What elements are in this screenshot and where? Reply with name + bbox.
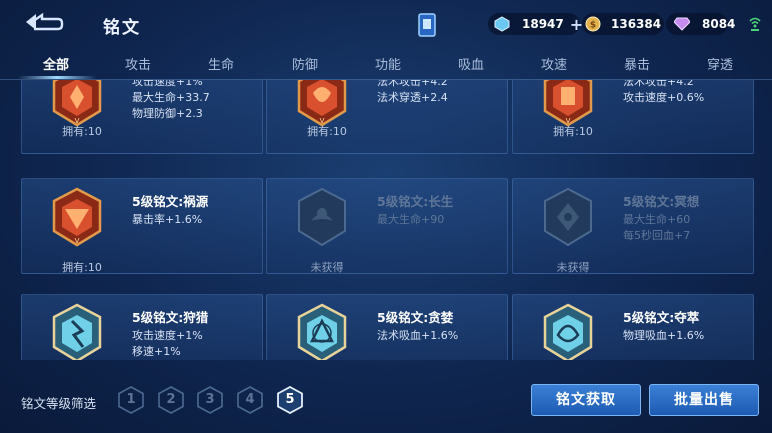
locked-inscription-emblem-icon: [544, 187, 592, 247]
stat-line: 最大生命+33.7: [132, 91, 210, 104]
stat-line: 法术攻击+4.2: [623, 80, 694, 88]
owned-count: 拥有:10: [62, 261, 102, 274]
tab-all[interactable]: 全部: [43, 54, 69, 73]
level-filter-2[interactable]: 2: [158, 386, 184, 414]
inscription-card[interactable]: 5级铭文:狩猎 攻击速度+1% 移速+1%: [21, 294, 263, 360]
diamond-count: 8084: [702, 17, 736, 31]
level-filter-value: 3: [205, 392, 215, 407]
level-filter-4[interactable]: 4: [237, 386, 263, 414]
diamond-counter: 8084: [674, 14, 735, 34]
category-tabs: 全部 攻击 生命 防御 功能 吸血 攻速 暴击 穿透: [0, 48, 772, 79]
stat-line: 攻击速度+1%: [132, 329, 203, 342]
inscription-name: 5级铭文:长生: [377, 194, 454, 209]
acquire-inscription-button[interactable]: 铭文获取: [531, 384, 641, 416]
inscription-card[interactable]: V 5级铭文:祸源 暴击率+1.6% 拥有:10: [21, 178, 263, 274]
level-filter-3[interactable]: 3: [197, 386, 223, 414]
inscription-name: 5级铭文:狩猎: [132, 310, 209, 325]
blue-inscription-emblem-icon: [297, 303, 347, 360]
stat-line: 每5秒回血+7: [623, 229, 691, 242]
add-gems-button[interactable]: +: [570, 15, 583, 34]
tab-attack[interactable]: 攻击: [125, 54, 151, 73]
stat-line: 法术攻击+4.2: [377, 80, 448, 88]
locked-inscription-emblem-icon: [298, 187, 346, 247]
owned-count: 拥有:10: [307, 125, 347, 138]
inscription-card[interactable]: V 法术攻击+4.2 法术穿透+2.4 拥有:10: [266, 80, 508, 154]
red-inscription-emblem-icon: V: [543, 80, 593, 127]
stat-line: 攻击速度+0.6%: [623, 91, 705, 104]
tab-health[interactable]: 生命: [208, 54, 234, 73]
owned-count: 未获得: [310, 261, 344, 274]
back-arrow-icon[interactable]: [22, 10, 66, 34]
tab-crit[interactable]: 暴击: [624, 54, 650, 73]
inscription-card[interactable]: 5级铭文:贪婪 法术吸血+1.6%: [266, 294, 508, 360]
coin-counter: $ 136384: [585, 14, 661, 34]
inscription-card[interactable]: 5级铭文:夺萃 物理吸血+1.6%: [512, 294, 754, 360]
level-filter-value: 4: [245, 392, 255, 407]
owned-count: 拥有:10: [62, 125, 102, 138]
owned-count: 拥有:10: [553, 125, 593, 138]
gem-count: 18947: [522, 17, 564, 31]
inscription-name: 5级铭文:祸源: [132, 194, 209, 209]
inscription-card[interactable]: 5级铭文:冥想 最大生命+60 每5秒回血+7 未获得: [512, 178, 754, 274]
inscription-card[interactable]: V 攻击速度+1% 最大生命+33.7 物理防御+2.3 拥有:10: [21, 80, 263, 154]
red-inscription-emblem-icon: V: [52, 80, 102, 127]
stat-line: 法术吸血+1.6%: [377, 329, 459, 342]
inscription-name: 5级铭文:冥想: [623, 194, 700, 209]
level-filter-5[interactable]: 5: [277, 385, 303, 415]
blue-inscription-emblem-icon: [52, 303, 102, 360]
level-filter-1[interactable]: 1: [118, 386, 144, 414]
tab-penetration[interactable]: 穿透: [707, 54, 733, 73]
stat-line: 法术穿透+2.4: [377, 91, 448, 104]
stat-line: 物理吸血+1.6%: [623, 329, 705, 342]
gem-icon: [494, 16, 510, 32]
page-title: 铭文: [103, 18, 141, 38]
red-inscription-emblem-icon: V: [52, 187, 102, 247]
tab-utility[interactable]: 功能: [375, 54, 401, 73]
bulk-sell-button[interactable]: 批量出售: [649, 384, 759, 416]
level-filter-label: 铭文等级筛选: [21, 396, 97, 411]
inscription-name: 5级铭文:夺萃: [623, 310, 700, 325]
stat-line: 暴击率+1.6%: [132, 213, 203, 226]
level-filter-value: 2: [166, 392, 176, 407]
level-filter-value: 5: [285, 392, 295, 407]
red-inscription-emblem-icon: V: [297, 80, 347, 127]
top-bar: 铭文 18947 + $ 136384 8084: [0, 0, 772, 48]
inscription-card[interactable]: V 法术攻击+4.2 攻击速度+0.6% 拥有:10: [512, 80, 754, 154]
svg-text:$: $: [590, 21, 596, 31]
tab-lifesteal[interactable]: 吸血: [458, 54, 484, 73]
stat-line: 攻击速度+1%: [132, 80, 203, 88]
stat-line: 移速+1%: [132, 345, 181, 358]
blue-inscription-emblem-icon: [543, 303, 593, 360]
level-filter-value: 1: [126, 392, 136, 407]
signal-icon: [749, 17, 761, 31]
svg-text:V: V: [75, 237, 80, 245]
stat-line: 最大生命+60: [623, 213, 691, 226]
stat-line: 最大生命+90: [377, 213, 445, 226]
coin-count: 136384: [611, 17, 662, 31]
stat-line: 物理防御+2.3: [132, 107, 203, 120]
inscription-name: 5级铭文:贪婪: [377, 310, 454, 325]
inscription-card[interactable]: 5级铭文:长生 最大生命+90 未获得: [266, 178, 508, 274]
tab-attack-speed[interactable]: 攻速: [541, 54, 567, 73]
diamond-icon: [674, 17, 690, 31]
inscription-grid: V 攻击速度+1% 最大生命+33.7 物理防御+2.3 拥有:10 V 法术攻…: [0, 80, 772, 360]
gem-counter: 18947 +: [494, 14, 583, 34]
owned-count: 未获得: [556, 261, 590, 274]
tab-defense[interactable]: 防御: [292, 54, 318, 73]
bottom-bar: 铭文等级筛选 1 2 3 4 5 铭文获取 批量出售: [0, 362, 772, 433]
coin-icon: $: [585, 16, 601, 32]
inscription-card-icon[interactable]: [417, 12, 437, 38]
